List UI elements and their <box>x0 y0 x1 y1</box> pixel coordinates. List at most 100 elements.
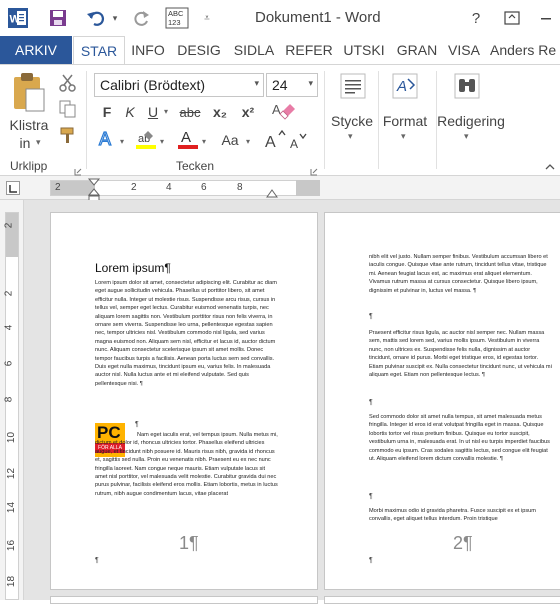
page-2-paragraph: nibh elit vel justo. Nullam semper finib… <box>369 254 548 294</box>
vruler-number: 2 <box>3 290 15 297</box>
grow-font-icon[interactable]: A <box>264 129 286 151</box>
tab-utskick[interactable]: UTSKI <box>338 36 390 64</box>
collapse-ribbon-icon[interactable] <box>544 159 556 170</box>
window-title: Dokument1 - Word <box>255 9 381 26</box>
font-family-combo[interactable]: Calibri (Brödtext) ▾ <box>94 73 264 97</box>
ruler-number: 4 <box>166 182 172 193</box>
minimize-icon[interactable] <box>534 6 558 30</box>
clear-formatting-icon[interactable]: A <box>270 99 296 125</box>
subscript-button[interactable]: x₂ <box>208 101 232 123</box>
shrink-font-icon[interactable]: A <box>288 131 310 153</box>
vruler-number: 2 <box>3 222 15 229</box>
paragraph-mark: ¶ <box>369 557 373 564</box>
vruler-number: 14 <box>6 501 18 514</box>
paragraph-label[interactable]: Stycke <box>328 113 376 129</box>
clipboard-group-label: Urklipp <box>10 159 48 173</box>
page-3-edge <box>50 596 318 604</box>
indent-marker[interactable] <box>87 178 101 202</box>
svg-text:A: A <box>265 134 276 151</box>
editing-label[interactable]: Redigering <box>434 113 508 129</box>
font-family-value: Calibri (Brödtext) <box>100 77 206 93</box>
binoculars-icon[interactable] <box>452 71 482 101</box>
svg-text:A: A <box>396 78 407 95</box>
change-case-dropdown-icon[interactable]: ▾ <box>246 137 250 146</box>
font-color-dropdown-icon[interactable]: ▾ <box>202 137 206 146</box>
font-size-combo[interactable]: 24 ▾ <box>266 73 318 97</box>
ruler-number: 8 <box>237 182 243 193</box>
font-launcher-icon[interactable] <box>310 163 318 176</box>
tab-infoga[interactable]: INFO <box>126 36 170 64</box>
paragraph-mark: ¶ <box>95 557 99 564</box>
paste-icon[interactable] <box>8 71 52 115</box>
ribbon-display-icon[interactable] <box>500 6 524 30</box>
ruler-number: 2 <box>131 182 137 193</box>
page-2-paragraph: Morbi maximus odio id gravida pharetra. … <box>369 508 536 523</box>
paste-label[interactable]: Klistra <box>6 117 52 133</box>
underline-dropdown-icon[interactable]: ▾ <box>164 107 168 116</box>
svg-text:A: A <box>99 129 111 149</box>
vertical-ruler-margin <box>6 213 18 257</box>
paragraph-dropdown-icon[interactable]: ▾ <box>348 131 353 142</box>
paragraph-mark: ¶ <box>369 313 373 320</box>
copy-icon[interactable] <box>58 99 80 119</box>
tab-arkiv[interactable]: ARKIV <box>0 36 72 64</box>
ruler-number: 6 <box>201 182 207 193</box>
text-effects-icon[interactable]: A <box>96 127 120 151</box>
editing-dropdown-icon[interactable]: ▾ <box>464 131 469 142</box>
tab-sidlayout[interactable]: SIDLA <box>228 36 280 64</box>
paragraph-icon[interactable] <box>338 71 368 101</box>
vruler-number: 10 <box>6 431 18 444</box>
separator <box>86 71 87 169</box>
page-2-paragraph: Praesent efficitur risus ligula, ac auct… <box>369 330 552 379</box>
font-color-icon[interactable]: A <box>176 127 200 151</box>
account-name[interactable]: Anders Re <box>490 36 560 64</box>
styles-icon[interactable]: A <box>390 71 420 101</box>
vruler-number: 8 <box>3 396 15 403</box>
vertical-ruler[interactable]: 2 2 4 6 8 10 12 14 16 18 <box>0 200 24 600</box>
bold-button[interactable]: F <box>96 101 118 123</box>
tab-referenser[interactable]: REFER <box>282 36 336 64</box>
paragraph-mark: ¶ <box>369 399 373 406</box>
chevron-down-icon: ▾ <box>308 78 313 88</box>
abc-123-icon[interactable]: ABC 123 <box>163 5 191 31</box>
superscript-button[interactable]: x² <box>236 101 260 123</box>
tab-design[interactable]: DESIG <box>172 36 226 64</box>
redo-icon[interactable] <box>128 5 156 31</box>
tab-granska[interactable]: GRAN <box>392 36 442 64</box>
underline-button[interactable]: U <box>142 101 164 123</box>
undo-icon[interactable] <box>82 5 110 31</box>
save-icon[interactable] <box>44 5 72 31</box>
vruler-number: 16 <box>6 539 18 552</box>
word-app-icon[interactable]: W <box>4 5 32 31</box>
paste-dropdown-icon[interactable]: ▾ <box>36 137 41 148</box>
cut-icon[interactable] <box>58 73 80 93</box>
chevron-down-icon: ▾ <box>254 78 259 88</box>
customize-qat-icon[interactable]: ⩡ <box>198 5 216 31</box>
ruler-number: 2 <box>55 182 61 193</box>
page-1[interactable]: Lorem ipsum¶ Lorem ipsum dolor sit amet,… <box>50 212 318 590</box>
tab-visa[interactable]: VISA <box>444 36 484 64</box>
svg-text:A: A <box>290 137 298 151</box>
help-icon[interactable]: ? <box>464 6 488 30</box>
italic-button[interactable]: K <box>120 101 140 123</box>
page-2[interactable]: nibh elit vel justo. Nullam semper finib… <box>324 212 560 590</box>
vruler-number: 12 <box>6 467 18 480</box>
tab-selector-icon[interactable] <box>6 181 20 195</box>
separator <box>324 71 325 169</box>
clipboard-launcher-icon[interactable] <box>74 163 82 176</box>
format-label[interactable]: Format <box>380 113 430 129</box>
format-painter-icon[interactable] <box>58 125 80 145</box>
undo-dropdown-icon[interactable]: ▾ <box>108 5 122 31</box>
vruler-number: 6 <box>3 360 15 367</box>
highlight-dropdown-icon[interactable]: ▾ <box>160 137 164 146</box>
highlight-color-icon[interactable]: ab <box>134 127 158 151</box>
tab-start[interactable]: STAR <box>73 36 125 65</box>
format-dropdown-icon[interactable]: ▾ <box>401 131 406 142</box>
change-case-button[interactable]: Aa <box>216 129 244 151</box>
page-number: 2¶ <box>453 533 473 553</box>
text-effects-dropdown-icon[interactable]: ▾ <box>120 137 124 146</box>
svg-text:A: A <box>181 129 191 146</box>
strikethrough-button[interactable]: abc <box>174 101 206 123</box>
page-4-edge <box>324 596 560 604</box>
right-indent-marker[interactable] <box>266 186 278 198</box>
